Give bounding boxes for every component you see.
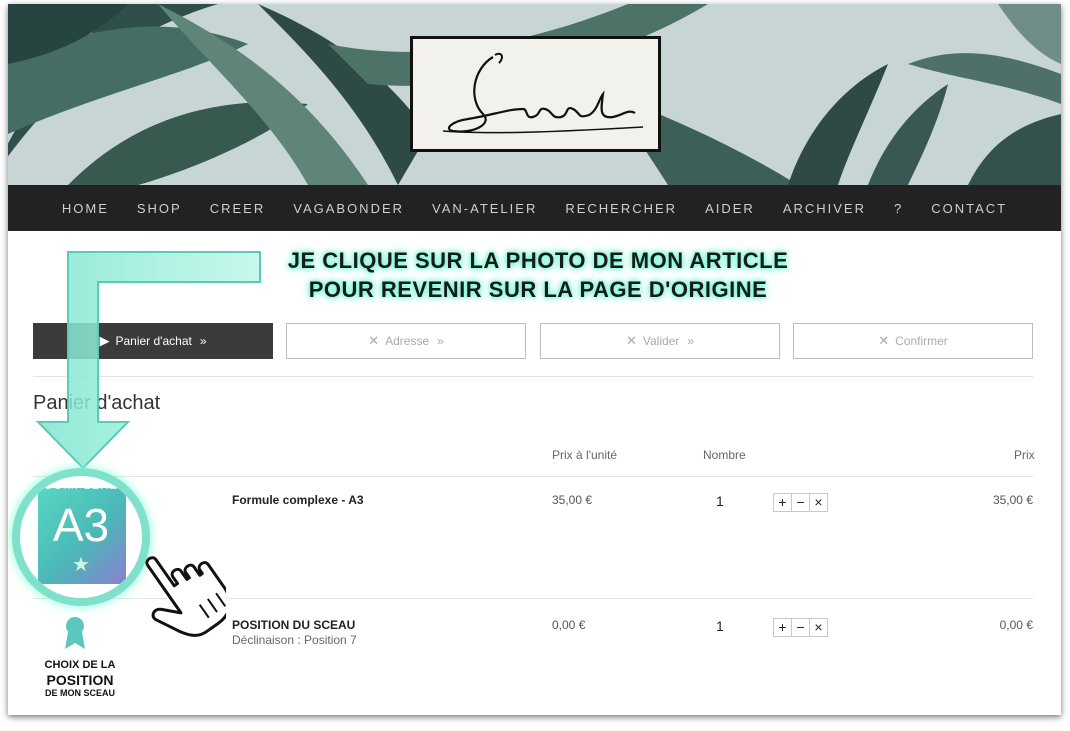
thumbnail-top-label: COMPLEXE xyxy=(43,478,119,492)
hand-pointer-icon xyxy=(145,556,226,637)
thumbnail-image: COMPLEXE A3 ★ xyxy=(20,476,142,598)
star-icon: ★ xyxy=(72,554,90,576)
page-frame: HOME SHOP CREER VAGABONDER VAN-ATELIER R… xyxy=(8,4,1061,715)
product-thumbnail-a3[interactable]: COMPLEXE A3 ★ xyxy=(12,468,150,606)
thumbnail-big-label: A3 xyxy=(52,499,110,551)
